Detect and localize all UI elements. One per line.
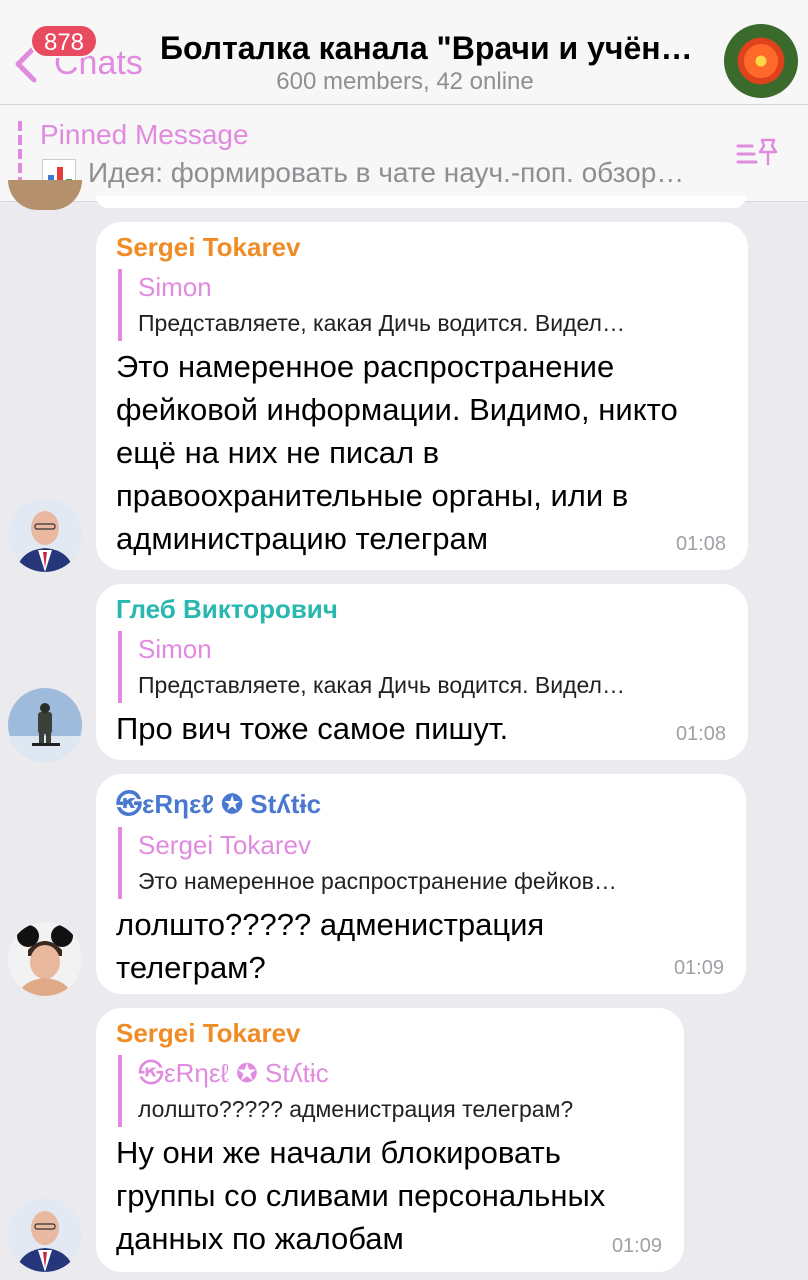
- message-time: 01:08: [675, 533, 726, 555]
- message-text: Это намеренное распространение фейковой …: [116, 349, 678, 556]
- sender-name[interactable]: Глеб Викторович: [116, 594, 728, 625]
- chat-header: Chats 878 Болталка канала "Врачи и учён……: [0, 0, 808, 105]
- avatar[interactable]: [8, 1198, 82, 1272]
- reply-quote[interactable]: Simon Представляете, какая Дичь водится.…: [118, 269, 728, 341]
- reply-text: лолшто????? адменистрация телеграм?: [138, 1096, 574, 1122]
- pinned-label: Pinned Message: [40, 119, 249, 150]
- avatar[interactable]: [8, 498, 82, 572]
- avatar: [8, 180, 82, 210]
- reply-quote[interactable]: ㉿εRηεℓ ✪ Stʎtɨc лолшто????? адменистраци…: [118, 1055, 664, 1127]
- sender-name[interactable]: ㉿εRηεℓ ✪ Stʎtɨc: [116, 784, 726, 821]
- unread-badge: 878: [30, 24, 98, 58]
- pin-list-icon[interactable]: [736, 136, 780, 170]
- message-time: 01:09: [611, 1235, 662, 1257]
- reply-sender: Simon: [138, 634, 212, 664]
- pinned-message-bar[interactable]: Pinned Message Идея: формировать в чате …: [0, 105, 808, 202]
- message-bubble[interactable]: ㉿εRηεℓ ✪ Stʎtɨc Sergei Tokarev Это намер…: [96, 774, 746, 994]
- reply-sender: Sergei Tokarev: [138, 830, 311, 860]
- message-text: Про вич тоже самое пишут.: [116, 711, 509, 746]
- message-time: 01:09: [673, 957, 724, 979]
- message-time: 01:08: [675, 723, 726, 745]
- message-text: Ну они же начали блокировать группы со с…: [116, 1135, 606, 1256]
- reply-quote[interactable]: Sergei Tokarev Это намеренное распростра…: [118, 827, 726, 899]
- avatar[interactable]: [8, 688, 82, 762]
- reply-quote[interactable]: Simon Представляете, какая Дичь водится.…: [118, 631, 728, 703]
- reply-sender: ㉿εRηεℓ ✪ Stʎtɨc: [138, 1058, 329, 1088]
- sender-name[interactable]: Sergei Tokarev: [116, 232, 728, 263]
- message-bubble[interactable]: Глеб Викторович Simon Представляете, как…: [96, 584, 748, 760]
- message-bubble[interactable]: Sergei Tokarev Simon Представляете, кака…: [96, 222, 748, 570]
- chat-title[interactable]: Болталка канала "Врачи и учён…: [160, 30, 700, 67]
- chat-avatar[interactable]: [724, 24, 798, 98]
- reply-text: Представляете, какая Дичь водится. Видел…: [138, 672, 625, 698]
- reply-text: Это намеренное распространение фейков…: [138, 868, 617, 894]
- message-bubble[interactable]: Sergei Tokarev ㉿εRηεℓ ✪ Stʎtɨc лолшто???…: [96, 1008, 684, 1272]
- message-text: лолшто????? адменистрация телеграм?: [116, 907, 545, 985]
- avatar[interactable]: [8, 922, 82, 996]
- reply-sender: Simon: [138, 272, 212, 302]
- reply-text: Представляете, какая Дичь водится. Видел…: [138, 310, 625, 336]
- chat-subtitle: 600 members, 42 online: [276, 68, 534, 95]
- sender-name[interactable]: Sergei Tokarev: [116, 1018, 664, 1049]
- pinned-text: Идея: формировать в чате науч.-поп. обзо…: [88, 157, 685, 188]
- previous-message-bubble: [96, 196, 746, 208]
